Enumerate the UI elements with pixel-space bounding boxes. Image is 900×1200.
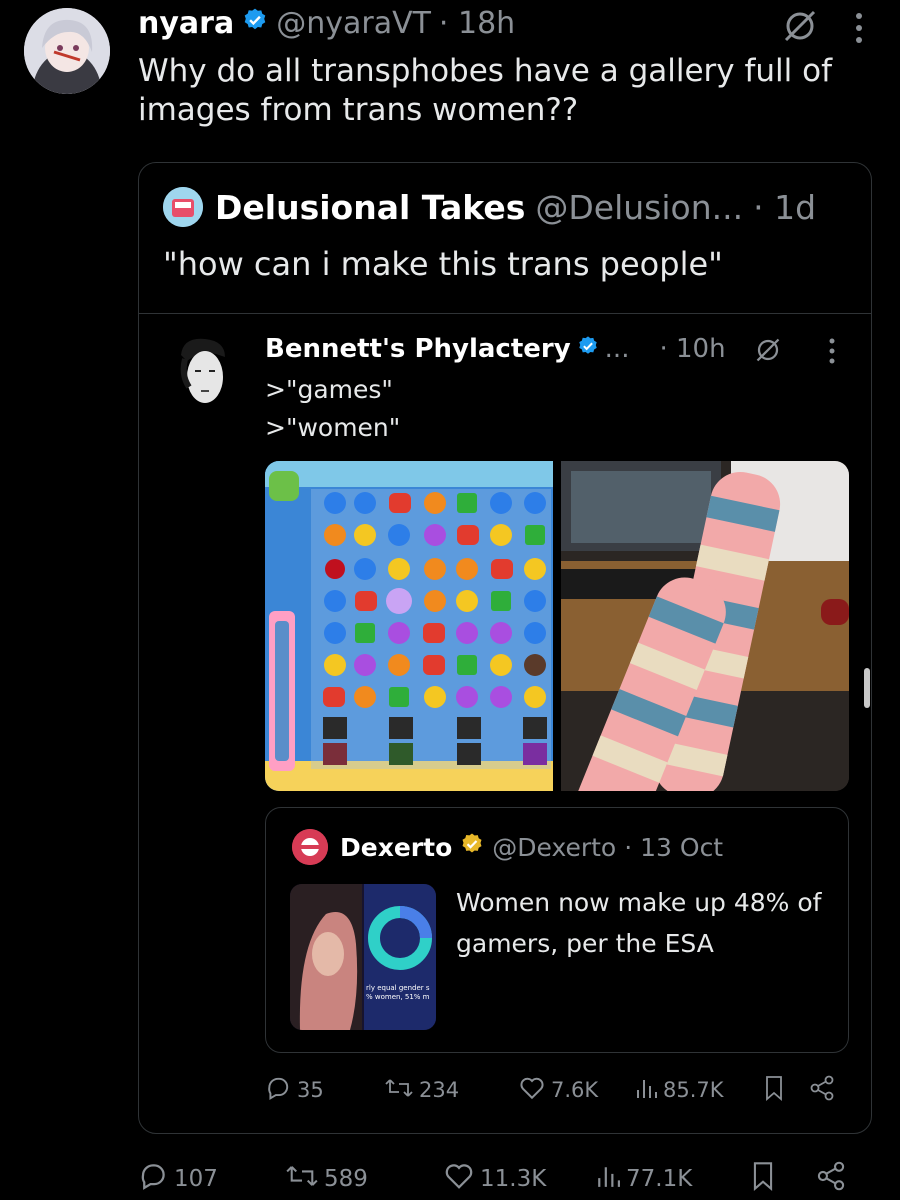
reply-button[interactable]: 107 [138, 1158, 218, 1200]
share-button[interactable] [816, 1158, 846, 1200]
quoted-author-name[interactable]: Delusional Takes [215, 188, 525, 227]
quoted-author-avatar[interactable] [163, 187, 203, 227]
views-count: 85.7K [663, 1078, 724, 1102]
quoted-tweet-actions: 35 234 7.6K 85.7K [265, 1069, 845, 1111]
bookmark-icon [750, 1161, 776, 1197]
bookmark-button[interactable] [763, 1069, 785, 1111]
like-count: 7.6K [551, 1078, 599, 1102]
verified-badge-icon [577, 334, 599, 364]
striped-socks-photo[interactable] [561, 461, 849, 791]
reply-count: 35 [297, 1078, 324, 1102]
nested-author-name[interactable]: Bennett's Phylactery [265, 334, 571, 364]
share-button[interactable] [809, 1069, 835, 1111]
repost-icon [286, 1162, 318, 1196]
views-button[interactable]: 77.1K [596, 1158, 692, 1200]
card-author-name[interactable]: Dexerto [340, 833, 452, 862]
candy-game-screenshot[interactable] [265, 461, 553, 791]
more-icon[interactable] [827, 337, 837, 365]
repost-count: 234 [419, 1078, 460, 1102]
verified-badge-icon [242, 6, 268, 41]
quoted-tweet[interactable]: Delusional Takes @Delusion... · 1d "how … [138, 162, 872, 1134]
views-icon [596, 1162, 620, 1196]
media-grid [265, 461, 849, 791]
gold-verified-badge-icon [460, 832, 484, 862]
dexerto-logo-icon[interactable] [292, 829, 328, 865]
repost-icon [385, 1075, 413, 1106]
thumb-caption: % women, 51% m [366, 993, 430, 1001]
repost-count: 589 [324, 1166, 368, 1192]
like-count: 11.3K [480, 1166, 547, 1192]
like-button[interactable]: 7.6K [519, 1069, 598, 1111]
quoted-tweet-text: "how can i make this trans people" [163, 245, 723, 283]
more-icon[interactable] [852, 10, 866, 46]
nested-quote-card[interactable]: Dexerto @Dexerto · 13 Oct rly equal gend… [265, 807, 849, 1053]
bookmark-button[interactable] [750, 1158, 776, 1200]
like-icon [519, 1076, 545, 1105]
author-name[interactable]: nyara [138, 6, 234, 41]
like-icon [444, 1162, 474, 1196]
views-button[interactable]: 85.7K [635, 1069, 724, 1111]
reply-count: 107 [174, 1166, 218, 1192]
nested-text-line: >"women" [265, 413, 401, 442]
reply-button[interactable]: 35 [265, 1069, 324, 1111]
divider [139, 313, 871, 314]
like-button[interactable]: 11.3K [444, 1158, 546, 1200]
repost-button[interactable]: 234 [385, 1069, 459, 1111]
quoted-author-handle[interactable]: @Delusion... [535, 188, 743, 227]
nested-tweet-timestamp[interactable]: · 10h [659, 334, 725, 364]
author-avatar[interactable] [24, 8, 110, 94]
views-count: 77.1K [626, 1166, 693, 1192]
tweet-timestamp[interactable]: · 18h [439, 6, 515, 41]
quoted-tweet-header: Delusional Takes @Delusion... · 1d [163, 185, 816, 229]
card-timestamp[interactable]: · 13 Oct [624, 833, 723, 862]
share-icon [816, 1161, 846, 1197]
nested-text-line: >"games" [265, 375, 393, 404]
quoted-tweet-timestamp[interactable]: · 1d [753, 188, 816, 227]
scrollbar-thumb[interactable] [864, 668, 870, 708]
nested-tweet-header: Bennett's Phylactery ... · 10h [265, 331, 726, 367]
views-icon [635, 1076, 657, 1105]
grok-icon[interactable] [753, 335, 783, 365]
reply-icon [138, 1161, 168, 1197]
share-icon [809, 1075, 835, 1106]
nested-author-avatar[interactable] [173, 335, 233, 415]
reply-icon [265, 1075, 291, 1106]
grok-icon[interactable] [780, 6, 820, 46]
tweet-text: Why do all transphobes have a gallery fu… [138, 53, 833, 128]
name-truncation: ... [604, 334, 630, 364]
card-text: Women now make up 48% of gamers, per the… [456, 888, 822, 958]
repost-button[interactable]: 589 [286, 1158, 368, 1200]
bookmark-icon [763, 1075, 785, 1106]
card-header: Dexerto @Dexerto · 13 Oct [292, 829, 723, 865]
nested-tweet-text: >"games" >"women" [265, 371, 400, 447]
thumb-caption: rly equal gender s [366, 984, 430, 992]
card-author-handle[interactable]: @Dexerto [492, 833, 616, 862]
tweet-actions: 107 589 11.3K 77.1K [138, 1158, 858, 1200]
author-handle[interactable]: @nyaraVT [276, 6, 431, 41]
tweet-header: nyara @nyaraVT · 18h [138, 2, 515, 44]
card-thumbnail[interactable]: rly equal gender s % women, 51% m [290, 884, 436, 1030]
